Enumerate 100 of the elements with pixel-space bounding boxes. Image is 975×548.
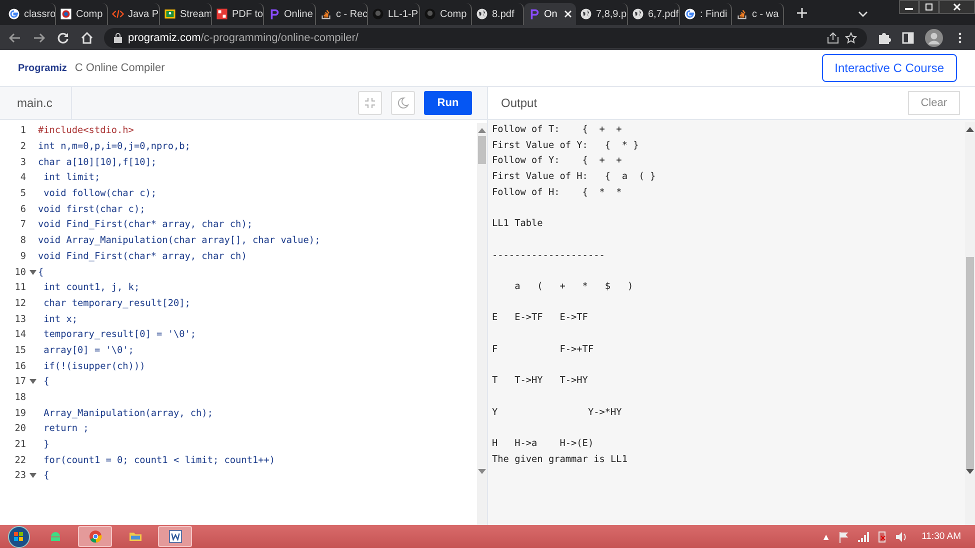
back-icon[interactable] [8, 30, 22, 44]
scrollbar[interactable] [965, 122, 975, 525]
collapse-icon [364, 97, 376, 109]
line-number: 16 [14, 360, 26, 372]
github-icon [424, 8, 436, 20]
code-line: for(count1 = 0; count1 < limit; count1++) [42, 454, 276, 466]
line-number: 20 [14, 423, 26, 434]
line-number: 6 [19, 204, 26, 215]
star-icon[interactable] [845, 32, 857, 44]
code-line: int n,m=0,p,i=0,j=0,npro,b; [38, 141, 190, 152]
line-number: 13 [14, 314, 26, 325]
line-number: 11 [14, 282, 26, 294]
tray-arrow[interactable]: ▲ [822, 532, 831, 542]
start-button[interactable] [6, 526, 32, 548]
code-line: return ; [42, 423, 89, 434]
puzzle-icon[interactable] [877, 30, 891, 44]
code-line: int limit; [42, 172, 100, 184]
line-number: 19 [14, 408, 26, 419]
line-number: 4 [19, 172, 26, 184]
code-line: temporary_result[0] = '\0'; [42, 329, 196, 340]
browser-tab[interactable]: On [524, 3, 576, 25]
github-icon [372, 8, 384, 20]
pdf-icon [216, 8, 228, 20]
battery-icon[interactable] [876, 530, 888, 542]
code-line: char temporary_result[20]; [42, 298, 190, 309]
code-line: { [42, 470, 50, 482]
google-icon [684, 8, 696, 20]
line-number: 22 [14, 454, 26, 466]
scroll-up-icon[interactable] [966, 126, 974, 132]
lock-icon [114, 32, 122, 42]
logo[interactable]: Programiz [18, 62, 67, 74]
code-line: void Array_Manipulation(char array[], char value); [38, 235, 320, 246]
code-line: if(!(isupper(ch))) [42, 360, 146, 372]
minimize-icon[interactable] [899, 0, 919, 14]
line-number: 18 [14, 392, 26, 404]
code-line: void Find_First(char* array, char ch) [38, 250, 247, 262]
code-line: int x; [42, 314, 78, 325]
taskbar-app[interactable] [158, 526, 192, 547]
programiz-icon [528, 8, 540, 20]
classroom-icon [164, 8, 176, 20]
line-number: 21 [14, 439, 26, 450]
globe-icon [632, 8, 644, 20]
line-number: 7 [19, 219, 26, 230]
moon-icon [397, 97, 409, 109]
reload-icon[interactable] [56, 30, 70, 44]
volume-icon[interactable] [894, 530, 907, 542]
avatar-icon[interactable] [925, 28, 943, 46]
line-number: 1 [19, 125, 26, 136]
signal-icon[interactable] [856, 530, 869, 542]
code-line: } [42, 439, 50, 450]
line-number: 9 [19, 250, 26, 262]
taskbar-app[interactable] [78, 526, 112, 547]
page-title: C Online Compiler [74, 62, 165, 74]
share-icon[interactable] [827, 32, 839, 44]
scroll-up-icon[interactable] [478, 127, 486, 133]
code-line: #include<stdio.h> [38, 125, 134, 136]
run-button[interactable]: Run [424, 91, 472, 115]
forward-icon[interactable] [32, 30, 46, 44]
code-line: void follow(char c); [42, 188, 157, 200]
address-bar[interactable]: programiz.com/c-programming/online-compiler/ [104, 28, 867, 48]
flag-icon[interactable] [838, 530, 850, 542]
line-number: 10 [14, 266, 26, 278]
code-line: void first(char c); [38, 204, 146, 215]
line-number: 23 [14, 470, 26, 482]
line-number: 8 [19, 235, 26, 246]
clear-button[interactable]: Clear [908, 91, 960, 115]
close-icon[interactable] [939, 0, 975, 14]
badge-icon [60, 8, 72, 20]
programiz-icon [268, 8, 280, 20]
restore-icon[interactable] [919, 0, 939, 14]
home-icon[interactable] [80, 30, 94, 44]
clock[interactable]: 11:30 AM [922, 531, 961, 542]
line-number: 14 [14, 329, 26, 340]
line-number: 17 [14, 376, 26, 388]
globe-icon [580, 8, 592, 20]
code-line: void Find_First(char* array, char ch); [38, 219, 252, 230]
code-icon [112, 8, 124, 20]
file-tab[interactable]: main.c [0, 87, 72, 119]
scrollbar[interactable] [477, 123, 487, 525]
globe-icon [476, 8, 488, 20]
stack-icon [320, 8, 332, 20]
code-line: { [42, 376, 50, 388]
line-number: 12 [14, 298, 26, 309]
line-number: 5 [19, 188, 26, 200]
console-output: Follow of T: { + + First Value of Y: { * } Follow of Y: { + + First Value of H: { a ( } Follow of H: { * * LL1 Table -------------------- a ( + * $ ) E E->TF E->TF F F->+TF T T->HY T->HY Y Y->*HY H H->a H->(E) The given grammar is LL1 [491, 123, 657, 467]
word-icon [168, 529, 182, 544]
code-line: char a[10][10],f[10]; [38, 156, 157, 168]
side-panel-icon[interactable] [901, 30, 915, 44]
scrollbar-thumb[interactable] [966, 257, 974, 469]
google-icon [8, 8, 20, 20]
line-number: 15 [14, 344, 26, 356]
scroll-down-icon[interactable] [478, 469, 486, 475]
course-button[interactable]: Interactive C Course [822, 54, 957, 82]
chrome-icon [88, 529, 102, 544]
code-line: Array_Manipulation(array, ch); [42, 408, 213, 419]
code-line: int count1, j, k; [42, 282, 140, 294]
scrollbar-thumb[interactable] [478, 136, 486, 164]
line-number: 2 [19, 141, 26, 152]
line-number: 3 [19, 156, 26, 168]
stack-icon [736, 8, 748, 20]
